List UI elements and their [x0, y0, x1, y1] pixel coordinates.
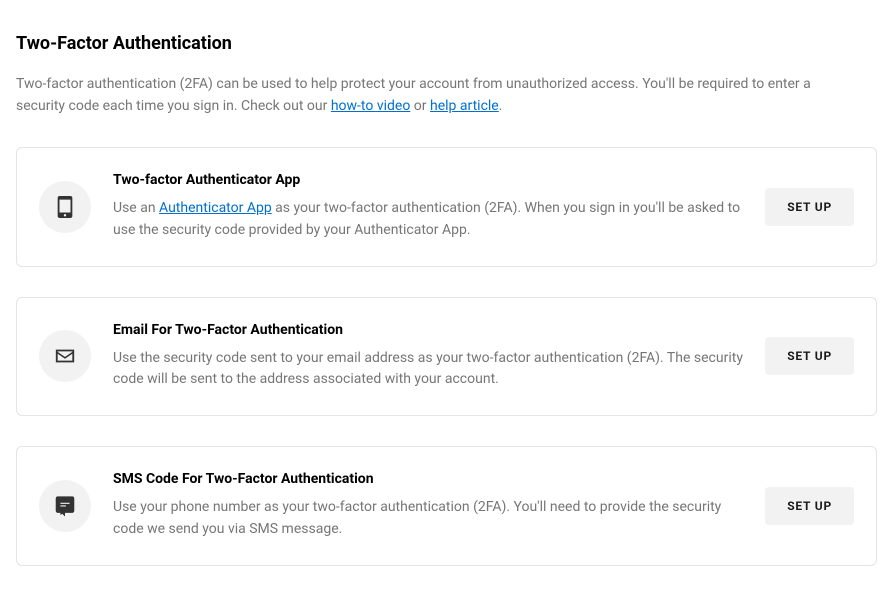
email-2fa-title: Email For Two-Factor Authentication — [113, 322, 743, 338]
email-2fa-body: Email For Two-Factor Authentication Use … — [113, 322, 743, 391]
intro-part3: . — [499, 98, 503, 114]
setup-authenticator-button[interactable]: SET UP — [765, 188, 854, 226]
envelope-icon — [39, 330, 91, 382]
setup-sms-button[interactable]: SET UP — [765, 487, 854, 525]
intro-text: Two-factor authentication (2FA) can be u… — [16, 74, 861, 117]
authenticator-app-desc: Use an Authenticator App as your two-fac… — [113, 198, 743, 241]
email-2fa-desc: Use the security code sent to your email… — [113, 348, 743, 391]
page-title: Two-Factor Authentication — [16, 33, 877, 54]
tablet-icon — [39, 181, 91, 233]
sms-2fa-card: SMS Code For Two-Factor Authentication U… — [16, 446, 877, 565]
sms-2fa-title: SMS Code For Two-Factor Authentication — [113, 471, 743, 487]
email-2fa-card: Email For Two-Factor Authentication Use … — [16, 297, 877, 416]
sms-2fa-desc: Use your phone number as your two-factor… — [113, 497, 743, 540]
authenticator-desc-pre: Use an — [113, 200, 159, 216]
authenticator-app-link[interactable]: Authenticator App — [159, 200, 272, 216]
authenticator-app-card: Two-factor Authenticator App Use an Auth… — [16, 147, 877, 266]
setup-email-button[interactable]: SET UP — [765, 337, 854, 375]
authenticator-app-body: Two-factor Authenticator App Use an Auth… — [113, 172, 743, 241]
help-article-link[interactable]: help article — [430, 98, 499, 114]
sms-2fa-body: SMS Code For Two-Factor Authentication U… — [113, 471, 743, 540]
authenticator-app-title: Two-factor Authenticator App — [113, 172, 743, 188]
how-to-video-link[interactable]: how-to video — [331, 98, 410, 114]
sms-icon — [39, 480, 91, 532]
intro-part2: or — [410, 98, 430, 114]
